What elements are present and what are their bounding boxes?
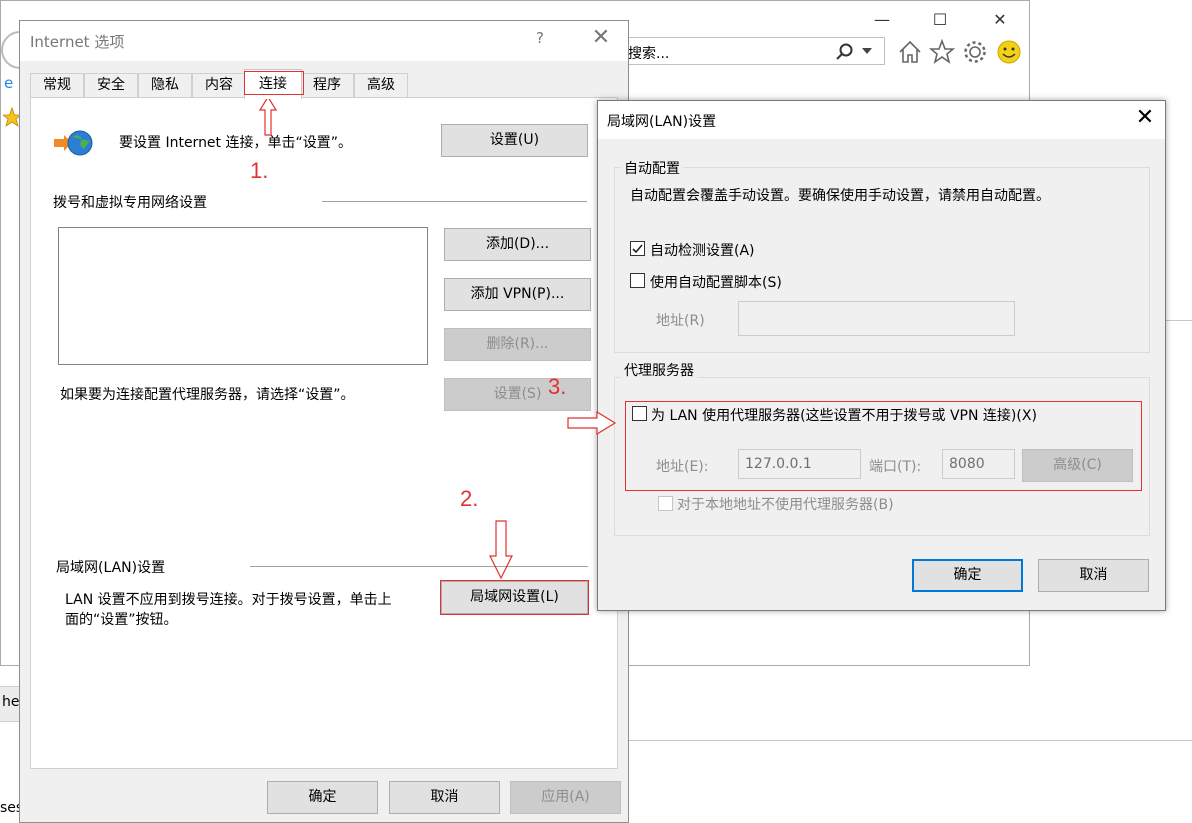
add-vpn-button[interactable]: 添加 VPN(P)... xyxy=(444,278,591,311)
connections-listbox[interactable] xyxy=(58,227,428,365)
auto-detect-label[interactable]: 自动检测设置(A) xyxy=(650,240,755,260)
tab-security[interactable]: 安全 xyxy=(84,73,138,97)
remove-button[interactable]: 删除(R)... xyxy=(444,328,591,361)
close-button[interactable]: ✕ xyxy=(1134,105,1156,130)
proxy-hint-text: 如果要为连接配置代理服务器，请选择“设置”。 xyxy=(60,387,355,403)
tab-content[interactable]: 内容 xyxy=(192,73,246,97)
section-divider xyxy=(250,566,588,567)
setup-instruction-text: 要设置 Internet 连接，单击“设置”。 xyxy=(119,135,352,151)
search-placeholder: 搜索... xyxy=(628,46,670,62)
setup-button[interactable]: 设置(U) xyxy=(441,124,588,157)
auto-config-description: 自动配置会覆盖手动设置。要确保使用手动设置，请禁用自动配置。 xyxy=(630,188,1050,204)
lan-cancel-button[interactable]: 取消 xyxy=(1038,559,1149,592)
background-text-fragment: he xyxy=(2,694,20,710)
bypass-local-label[interactable]: 对于本地地址不使用代理服务器(B) xyxy=(677,494,894,514)
favorites-star-icon[interactable] xyxy=(929,39,955,65)
annotation-step-3: 3. xyxy=(548,374,567,399)
tab-programs[interactable]: 程序 xyxy=(300,73,354,97)
annotation-step-2: 2. xyxy=(460,486,479,511)
add-button[interactable]: 添加(D)... xyxy=(444,228,591,261)
auto-detect-checkbox[interactable] xyxy=(630,241,645,256)
lan-section-label: 局域网(LAN)设置 xyxy=(56,560,166,576)
annotation-up-arrow xyxy=(258,96,278,136)
bypass-local-checkbox[interactable] xyxy=(658,496,673,511)
proxy-server-group-label: 代理服务器 xyxy=(621,360,697,380)
close-icon[interactable]: ✕ xyxy=(985,7,1015,33)
svg-text:e: e xyxy=(4,74,13,92)
maximize-icon[interactable]: ☐ xyxy=(925,7,955,33)
annotation-highlight-tab xyxy=(244,71,304,95)
ok-button[interactable]: 确定 xyxy=(267,781,378,814)
lan-description-line-1: LAN 设置不应用到拨号连接。对于拨号设置，单击上 xyxy=(65,592,392,608)
chevron-down-icon[interactable] xyxy=(862,48,872,56)
internet-options-dialog: Internet 选项 ? ✕ 常规 安全 隐私 内容 程序 高级 连接 要设置… xyxy=(19,20,629,823)
background-divider xyxy=(620,740,1192,741)
annotation-right-arrow xyxy=(567,410,617,436)
tab-privacy[interactable]: 隐私 xyxy=(138,73,192,97)
tab-advanced[interactable]: 高级 xyxy=(354,73,408,97)
annotation-step-1: 1. xyxy=(250,158,269,183)
annotation-highlight-lan-button xyxy=(440,580,589,615)
dialog-titlebar: Internet 选项 ? ✕ xyxy=(20,21,628,61)
lan-description-line-2: 面的“设置”按钮。 xyxy=(65,612,178,628)
cancel-button[interactable]: 取消 xyxy=(389,781,500,814)
apply-button[interactable]: 应用(A) xyxy=(510,781,621,814)
auto-script-label[interactable]: 使用自动配置脚本(S) xyxy=(650,272,782,292)
ie-icon: e xyxy=(4,74,13,92)
dialog-title: 局域网(LAN)设置 xyxy=(607,114,717,130)
lan-ok-button[interactable]: 确定 xyxy=(912,559,1023,592)
smiley-feedback-icon[interactable] xyxy=(996,39,1022,65)
auto-config-group-label: 自动配置 xyxy=(621,158,683,178)
checkmark-icon xyxy=(632,244,643,254)
help-button[interactable]: ? xyxy=(536,29,544,47)
tab-general[interactable]: 常规 xyxy=(30,73,84,97)
annotation-highlight-proxy xyxy=(625,401,1142,491)
annotation-down-arrow xyxy=(489,520,513,580)
script-address-input[interactable] xyxy=(738,301,1015,336)
home-icon[interactable] xyxy=(897,39,923,65)
search-icon[interactable] xyxy=(836,43,854,61)
script-address-label: 地址(R) xyxy=(656,313,705,329)
dialup-section-label: 拨号和虚拟专用网络设置 xyxy=(53,195,207,211)
lan-settings-dialog: 局域网(LAN)设置 ✕ 自动配置 自动配置会覆盖手动设置。要确保使用手动设置，… xyxy=(597,100,1166,611)
close-button[interactable]: ✕ xyxy=(590,25,612,50)
browser-search-box[interactable]: 搜索... xyxy=(621,37,885,65)
gear-icon[interactable] xyxy=(962,39,988,65)
section-divider xyxy=(322,201,587,202)
back-button-fragment[interactable] xyxy=(0,30,20,70)
network-globe-icon xyxy=(54,130,93,156)
dialog-title: Internet 选项 xyxy=(30,33,125,51)
connection-settings-button[interactable]: 设置(S) xyxy=(444,378,591,411)
auto-script-checkbox[interactable] xyxy=(630,273,645,288)
minimize-icon[interactable]: — xyxy=(867,7,897,33)
dialog-titlebar: 局域网(LAN)设置 ✕ xyxy=(598,101,1165,139)
